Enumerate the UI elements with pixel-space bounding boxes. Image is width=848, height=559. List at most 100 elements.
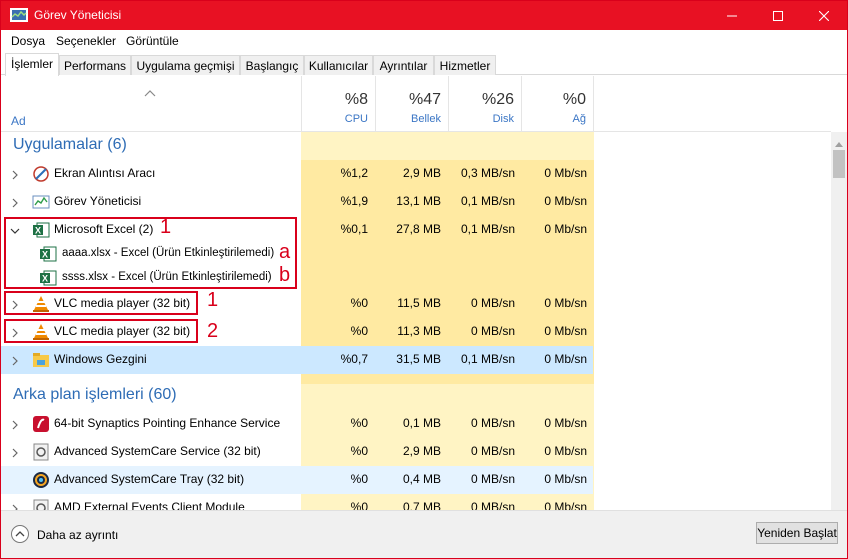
chevron-right-icon[interactable] xyxy=(10,355,20,366)
disk-value: 0 MB/sn xyxy=(470,472,515,486)
memory-value: 2,9 MB xyxy=(402,444,441,458)
memory-value: 11,5 MB xyxy=(397,296,441,310)
scrollbar-thumb[interactable] xyxy=(833,150,845,178)
disk-value: 0 MB/sn xyxy=(470,444,515,458)
annotation-child-a: a xyxy=(279,241,291,263)
process-name: Advanced SystemCare Tray (32 bit) xyxy=(54,472,245,486)
tab-details[interactable]: Ayrıntılar xyxy=(373,55,434,75)
tab-startup[interactable]: Başlangıç xyxy=(240,55,304,75)
scroll-up-icon[interactable] xyxy=(835,136,843,150)
disk-value: 0,1 MB/sn xyxy=(460,222,515,236)
disk-value: 0,1 MB/sn xyxy=(460,352,515,366)
column-cpu[interactable]: %8 CPU xyxy=(301,76,375,132)
menu-view[interactable]: Görüntüle xyxy=(126,34,179,48)
systemcare-icon xyxy=(32,471,50,489)
explorer-icon xyxy=(32,351,50,369)
disk-value: 0 MB/sn xyxy=(470,324,515,338)
chevron-right-icon[interactable] xyxy=(10,503,20,510)
process-name: Windows Gezgini xyxy=(54,352,147,366)
disk-value: 0,3 MB/sn xyxy=(460,166,515,180)
synaptics-icon xyxy=(32,415,50,433)
tab-performance[interactable]: Performans xyxy=(59,55,131,75)
memory-value: 0,4 MB xyxy=(402,472,441,486)
tab-services[interactable]: Hizmetler xyxy=(434,55,496,75)
process-row[interactable]: 64-bit Synaptics Pointing Enhance Servic… xyxy=(1,410,593,438)
disk-value: 0,1 MB/sn xyxy=(460,194,515,208)
chevron-right-icon[interactable] xyxy=(10,169,20,180)
memory-value: 27,8 MB xyxy=(396,222,441,236)
process-name: Advanced SystemCare Service (32 bit) xyxy=(54,444,261,458)
network-value: 0 Mb/sn xyxy=(544,472,587,486)
cpu-total: %8 xyxy=(344,91,368,108)
column-network[interactable]: %0 Ağ xyxy=(521,76,594,132)
maximize-icon xyxy=(773,10,783,21)
task-manager-window: Görev Yöneticisi Dosya Seçenekler Görünt… xyxy=(0,0,848,559)
annotation-excel: 1 xyxy=(160,216,172,238)
vertical-scrollbar[interactable] xyxy=(831,132,847,510)
tab-processes[interactable]: İşlemler xyxy=(5,53,59,76)
process-row[interactable]: Görev Yöneticisi %1,9 13,1 MB 0,1 MB/sn … xyxy=(1,188,593,216)
process-row[interactable]: Advanced SystemCare Service (32 bit) %0 … xyxy=(1,438,593,466)
memory-total: %47 xyxy=(408,91,441,108)
chevron-right-icon[interactable] xyxy=(10,197,20,208)
network-value: 0 Mb/sn xyxy=(544,352,587,366)
close-button[interactable] xyxy=(801,1,847,30)
tab-bar: İşlemler Performans Uygulama geçmişi Baş… xyxy=(1,53,847,76)
network-total: %0 xyxy=(562,91,586,108)
annotation-vlc-1: 1 xyxy=(207,289,219,311)
tab-users[interactable]: Kullanıcılar xyxy=(304,55,373,75)
column-memory[interactable]: %47 Bellek xyxy=(375,76,448,132)
menu-options[interactable]: Seçenekler xyxy=(56,34,116,48)
maximize-button[interactable] xyxy=(755,1,801,30)
network-label: Ağ xyxy=(572,113,586,125)
chevron-right-icon[interactable] xyxy=(10,447,20,458)
snipping-tool-icon xyxy=(32,165,50,183)
footer: Daha az ayrıntı Yeniden Başlat xyxy=(1,510,847,558)
process-row[interactable]: Advanced SystemCare Tray (32 bit) %0 0,4… xyxy=(1,466,593,494)
chevron-up-circle-icon[interactable] xyxy=(10,524,30,544)
menu-file[interactable]: Dosya xyxy=(11,34,45,48)
cpu-value: %0 xyxy=(350,500,368,510)
service-icon xyxy=(32,443,50,461)
column-header: Ad %8 CPU %47 Bellek %26 Disk %0 Ağ xyxy=(1,76,831,132)
chevron-right-icon[interactable] xyxy=(10,419,20,430)
minimize-icon xyxy=(727,15,737,16)
process-name: Ekran Alıntısı Aracı xyxy=(54,166,156,180)
column-disk[interactable]: %26 Disk xyxy=(448,76,521,132)
restart-button[interactable]: Yeniden Başlat xyxy=(756,522,838,544)
menu-bar: Dosya Seçenekler Görüntüle xyxy=(1,31,847,51)
memory-value: 0,1 MB xyxy=(402,416,441,430)
memory-value: 0,7 MB xyxy=(402,500,441,510)
network-value: 0 Mb/sn xyxy=(544,166,587,180)
network-value: 0 Mb/sn xyxy=(544,222,587,236)
process-list: Uygulamalar (6) Ekran Alıntısı Aracı %1,… xyxy=(1,132,831,510)
column-name[interactable]: Ad xyxy=(11,114,26,128)
cpu-value: %0 xyxy=(350,472,368,486)
memory-value: 11,3 MB xyxy=(397,324,441,338)
memory-value: 31,5 MB xyxy=(396,352,441,366)
disk-label: Disk xyxy=(492,113,514,125)
network-value: 0 Mb/sn xyxy=(544,500,587,510)
process-row[interactable]: AMD External Events Client Module %0 0,7… xyxy=(1,494,593,510)
cpu-value: %1,2 xyxy=(340,166,368,180)
memory-value: 13,1 MB xyxy=(396,194,441,208)
process-row-explorer[interactable]: Windows Gezgini %0,7 31,5 MB 0,1 MB/sn 0… xyxy=(1,346,593,374)
cpu-value: %1,9 xyxy=(340,194,368,208)
group-background: Arka plan işlemleri (60) xyxy=(13,386,177,403)
title-bar[interactable]: Görev Yöneticisi xyxy=(1,1,847,30)
disk-value: 0 MB/sn xyxy=(470,296,515,310)
process-name: AMD External Events Client Module xyxy=(54,500,245,510)
service-icon xyxy=(32,499,50,510)
fewer-details-link[interactable]: Daha az ayrıntı xyxy=(37,528,118,542)
cpu-value: %0 xyxy=(350,416,368,430)
task-manager-icon xyxy=(32,193,50,211)
tab-app-history[interactable]: Uygulama geçmişi xyxy=(131,55,240,75)
annotation-vlc-2: 2 xyxy=(207,320,219,342)
process-row[interactable]: Ekran Alıntısı Aracı %1,2 2,9 MB 0,3 MB/… xyxy=(1,160,593,188)
process-name: 64-bit Synaptics Pointing Enhance Servic… xyxy=(54,416,281,430)
disk-value: 0 MB/sn xyxy=(470,500,515,510)
network-value: 0 Mb/sn xyxy=(544,324,587,338)
minimize-button[interactable] xyxy=(709,1,755,30)
vlc-2-highlight-box xyxy=(4,319,198,343)
cpu-value: %0,1 xyxy=(340,222,368,236)
